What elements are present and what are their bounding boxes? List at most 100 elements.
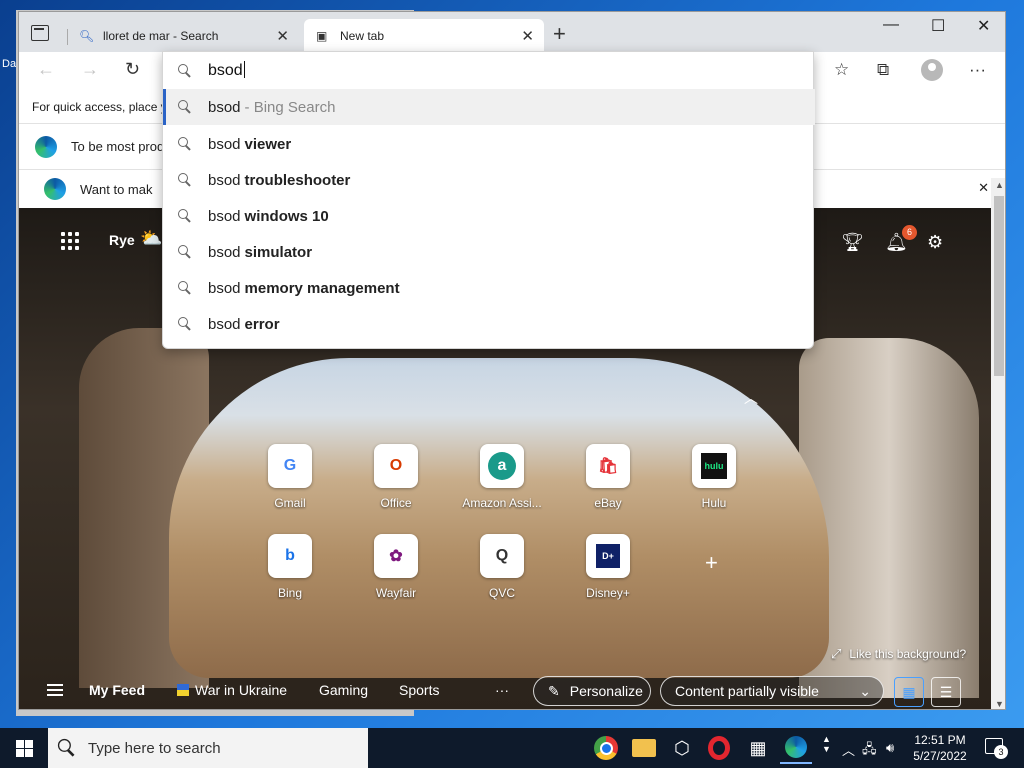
tab-actions-icon[interactable] bbox=[31, 25, 49, 41]
close-window-icon[interactable]: ✕ bbox=[977, 16, 990, 36]
clock-date: 5/27/2022 bbox=[913, 749, 967, 763]
quick-link-ebay[interactable]: 🛍 eBay bbox=[563, 444, 653, 510]
suggestion-item[interactable]: bsod simulator bbox=[163, 234, 815, 270]
3d-viewer-icon[interactable]: ⬡ bbox=[670, 736, 694, 760]
taskbar-search-box[interactable]: Type here to search bbox=[48, 728, 368, 768]
action-center-badge: 3 bbox=[994, 745, 1008, 759]
ebay-icon: 🛍 bbox=[586, 444, 630, 488]
settings-gear-icon[interactable]: ⚙ bbox=[927, 232, 943, 253]
action-center-icon[interactable]: 3 bbox=[985, 738, 1008, 759]
quick-link-qvc[interactable]: Q QVC bbox=[457, 534, 547, 600]
collections-icon[interactable]: ⧉ bbox=[877, 60, 889, 80]
quick-link-wayfair[interactable]: ✿ Wayfair bbox=[351, 534, 441, 600]
partly-cloudy-icon[interactable]: ⛅ bbox=[140, 228, 162, 249]
edge-logo-icon bbox=[35, 135, 57, 158]
volume-icon[interactable]: 🔊︎ bbox=[886, 740, 894, 756]
search-icon bbox=[178, 173, 192, 187]
page-scrollbar[interactable]: ▲ ▼ bbox=[991, 178, 1005, 709]
quick-link-amazon[interactable]: a Amazon Assi... bbox=[457, 444, 547, 510]
quick-link-bing[interactable]: b Bing bbox=[245, 534, 335, 600]
info-bar-text: Want to mak bbox=[80, 181, 153, 197]
bing-icon: b bbox=[268, 534, 312, 578]
menu-icon[interactable] bbox=[47, 684, 63, 696]
chevron-down-icon: ⌄ bbox=[859, 682, 871, 699]
tab-my-feed[interactable]: My Feed bbox=[89, 682, 145, 698]
search-icon bbox=[178, 63, 192, 78]
suggestion-item[interactable]: bsod error bbox=[163, 306, 815, 342]
tab-sports[interactable]: Sports bbox=[399, 682, 439, 698]
hulu-glyph: hulu bbox=[701, 453, 727, 479]
suggestion-item[interactable]: bsod memory management bbox=[163, 270, 815, 306]
back-icon[interactable]: ← bbox=[37, 59, 55, 80]
address-bar-dropdown: bsod bsod - Bing Search bsod viewer bsod t… bbox=[162, 51, 815, 349]
quick-link-disney[interactable]: D+ Disney+ bbox=[563, 534, 653, 600]
background-image bbox=[169, 358, 829, 678]
tab-war-in-ukraine[interactable]: War in Ukraine bbox=[177, 682, 287, 698]
suggestion-item[interactable]: bsod windows 10 bbox=[163, 198, 815, 234]
close-tab-icon[interactable]: ✕ bbox=[276, 27, 289, 45]
close-tab-icon[interactable]: ✕ bbox=[521, 27, 534, 45]
scroll-down-icon[interactable]: ▼ bbox=[995, 699, 1004, 709]
quick-link-office[interactable]: O Office bbox=[351, 444, 441, 510]
personalize-label: Personalize bbox=[569, 683, 643, 699]
content-visibility-dropdown[interactable]: Content partially visible ⌄ bbox=[660, 676, 884, 706]
app-launcher-icon[interactable] bbox=[61, 232, 79, 250]
search-icon bbox=[178, 137, 192, 151]
weather-location[interactable]: Rye bbox=[109, 232, 135, 248]
tab-gaming[interactable]: Gaming bbox=[319, 682, 368, 698]
info-bar-text: To be most prod bbox=[71, 139, 165, 154]
scroll-arrows-icon[interactable]: ▲ ▼ bbox=[822, 734, 831, 754]
profile-avatar[interactable] bbox=[921, 59, 943, 81]
like-background-link[interactable]: ⤢ Like this background? bbox=[831, 646, 966, 662]
tab-label: War in Ukraine bbox=[195, 682, 288, 698]
suggestion-completion: troubleshooter bbox=[244, 171, 351, 189]
tab-title: New tab bbox=[340, 28, 385, 43]
tab-search[interactable]: 🔍︎ lloret de mar - Search ✕ bbox=[67, 19, 299, 52]
add-quick-link-icon[interactable]: + bbox=[705, 550, 718, 576]
show-hidden-icons[interactable]: ︿ bbox=[842, 740, 855, 759]
windows-start-icon[interactable] bbox=[16, 740, 33, 757]
address-value: bsod bbox=[208, 62, 243, 79]
file-explorer-icon[interactable] bbox=[632, 739, 656, 757]
favorites-icon[interactable]: ☆ bbox=[834, 60, 849, 80]
ukraine-flag-icon bbox=[177, 684, 189, 696]
address-bar[interactable]: bsod bbox=[163, 52, 815, 89]
more-options-icon[interactable]: ··· bbox=[969, 60, 986, 80]
network-icon[interactable]: 🖧︎ bbox=[862, 740, 877, 762]
tab-new-tab[interactable]: ▣ New tab ✕ bbox=[304, 19, 544, 52]
suggestion-item[interactable]: bsod - Bing Search bbox=[163, 89, 815, 125]
quick-link-hulu[interactable]: hulu Hulu bbox=[669, 444, 759, 510]
suggestion-completion: viewer bbox=[244, 135, 292, 153]
personalize-button[interactable]: ✎ Personalize bbox=[533, 676, 651, 706]
feed-bar: My Feed War in Ukraine Gaming Sports ···… bbox=[19, 670, 991, 709]
edge-taskbar-button[interactable] bbox=[780, 732, 812, 764]
minimize-icon[interactable]: — bbox=[883, 16, 899, 34]
close-icon[interactable]: ✕ bbox=[978, 180, 989, 196]
opera-icon[interactable] bbox=[708, 736, 730, 760]
scroll-up-icon[interactable]: ▲ bbox=[995, 180, 1004, 190]
chrome-icon[interactable] bbox=[594, 736, 618, 760]
address-input[interactable]: bsod bbox=[208, 61, 245, 80]
forward-icon[interactable]: → bbox=[81, 59, 99, 80]
clock[interactable]: 12:51 PM 5/27/2022 bbox=[905, 732, 975, 764]
calculator-icon[interactable]: ▦ bbox=[746, 736, 770, 760]
amazon-assistant-icon: a bbox=[480, 444, 524, 488]
qvc-icon: Q bbox=[480, 534, 524, 578]
edge-icon bbox=[785, 736, 807, 758]
list-view-icon[interactable]: ☰ bbox=[931, 677, 961, 707]
rewards-icon[interactable]: 🏆︎ bbox=[841, 232, 864, 253]
suggestion-prefix: bsod bbox=[208, 98, 241, 116]
new-tab-button[interactable]: + bbox=[553, 21, 566, 47]
maximize-icon[interactable]: ☐ bbox=[931, 16, 945, 36]
refresh-icon[interactable]: ↻ bbox=[125, 59, 140, 80]
quick-link-gmail[interactable]: G Gmail bbox=[245, 444, 335, 510]
grid-view-icon[interactable]: ▦ bbox=[894, 677, 924, 707]
suggestion-item[interactable]: bsod troubleshooter bbox=[163, 162, 815, 198]
suggestion-item[interactable]: bsod viewer bbox=[163, 126, 815, 162]
scroll-thumb[interactable] bbox=[994, 196, 1004, 376]
more-topics-icon[interactable]: ··· bbox=[495, 682, 509, 698]
disney-plus-icon: D+ bbox=[586, 534, 630, 578]
quick-link-label: Hulu bbox=[701, 496, 727, 510]
desktop-icon-label[interactable]: Da bbox=[2, 58, 16, 70]
chevron-up-icon[interactable]: ︿ bbox=[744, 388, 758, 408]
